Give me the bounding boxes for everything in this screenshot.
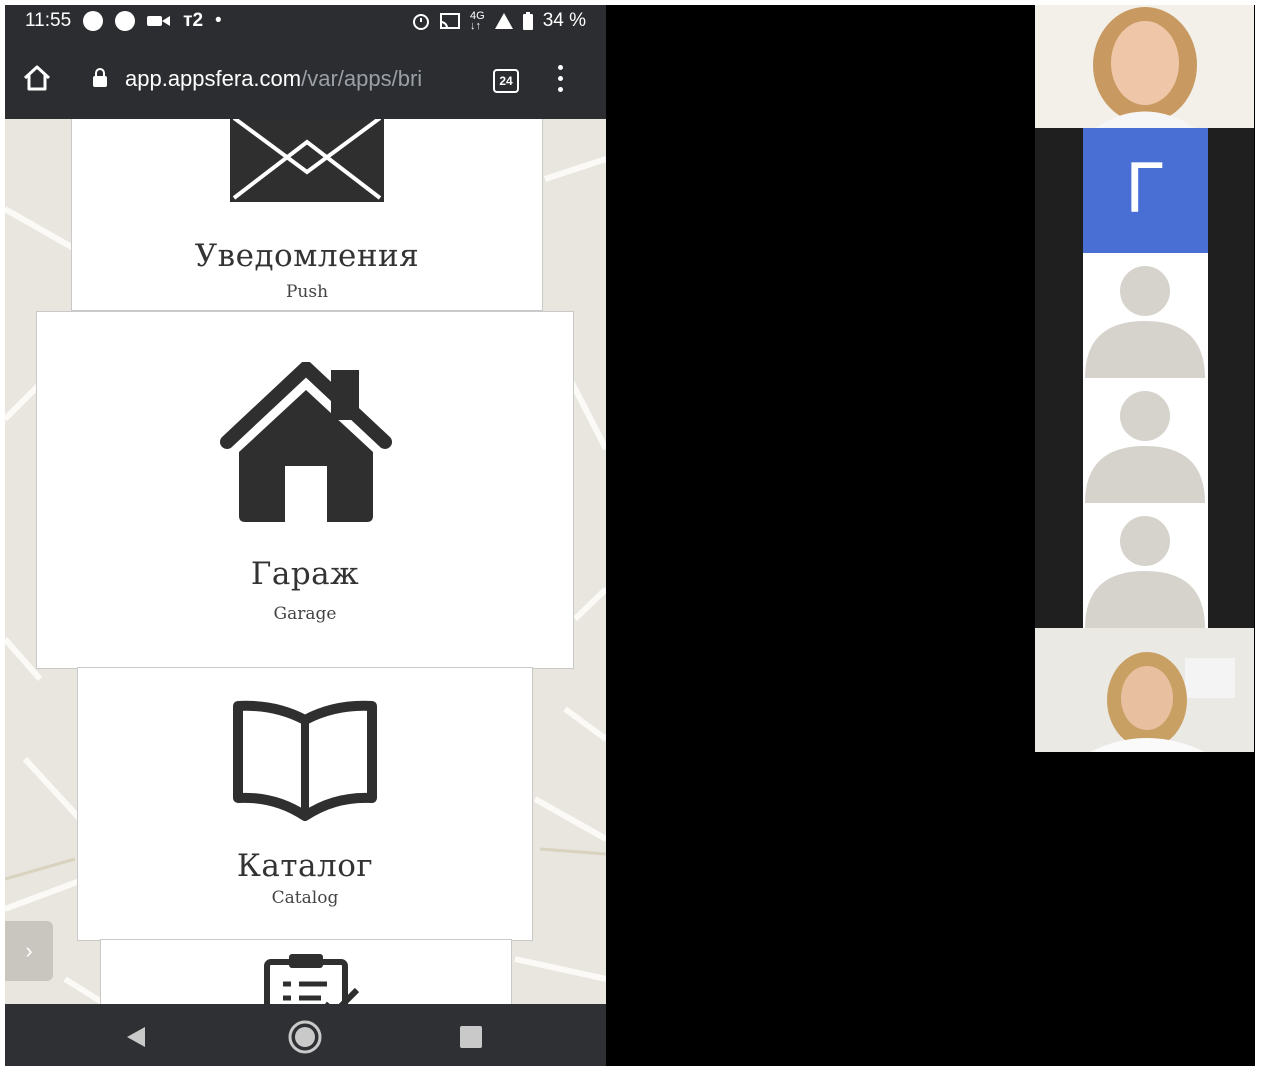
person-icon: [1085, 516, 1205, 628]
carrier-label: т2: [183, 10, 204, 31]
back-icon[interactable]: [125, 1025, 147, 1049]
browser-toolbar: app.appsfera.com/var/apps/bri 24: [5, 41, 606, 119]
dot-icon: •: [215, 10, 222, 31]
video-icon: [147, 16, 171, 26]
participant-anonymous-1[interactable]: [1083, 253, 1208, 378]
shared-phone-screen: 11:55 т2 • 4G ↓↑ 34 % app.appsfera.com/va…: [5, 5, 606, 1066]
participant-video-2[interactable]: [1035, 628, 1254, 752]
person-icon: [1085, 391, 1205, 503]
card-title: Каталог: [236, 848, 374, 884]
card-subtitle: Push: [285, 282, 329, 302]
card-title: Уведомления: [194, 238, 420, 274]
strip-spacer-right: [1208, 128, 1254, 628]
maps-icon: [83, 11, 104, 31]
clipboard-icon: [264, 954, 360, 1004]
person-icon: [1085, 266, 1205, 378]
android-status-bar: 11:55 т2 • 4G ↓↑ 34 %: [5, 5, 606, 41]
cast-icon: [440, 13, 460, 29]
participant-anonymous-2[interactable]: [1083, 378, 1208, 503]
card-subtitle: Garage: [273, 604, 337, 624]
signal-icon: [494, 13, 513, 29]
participant-avatar-letter[interactable]: Г: [1083, 128, 1208, 253]
card-tasks-partial[interactable]: [100, 939, 512, 1004]
android-nav-bar: [5, 1004, 606, 1066]
card-garage[interactable]: Гараж Garage: [36, 311, 574, 669]
screen-share-stage: 11:55 т2 • 4G ↓↑ 34 % app.appsfera.com/va…: [5, 5, 1255, 1066]
book-icon: [233, 700, 377, 821]
card-subtitle: Catalog: [271, 888, 339, 908]
card-catalog[interactable]: Каталог Catalog: [77, 667, 533, 941]
battery-icon: [522, 12, 533, 30]
url-field[interactable]: app.appsfera.com/var/apps/bri: [125, 66, 455, 92]
participant-photo: [1035, 5, 1254, 128]
side-drawer-toggle[interactable]: ›: [5, 921, 53, 981]
participant-video-1[interactable]: [1035, 5, 1254, 128]
house-icon: [220, 362, 392, 522]
lock-icon: [93, 68, 107, 87]
home-button-icon[interactable]: [287, 1019, 323, 1055]
4g-icon: 4G ↓↑: [470, 10, 485, 32]
envelope-icon: [230, 119, 384, 202]
participant-anonymous-3[interactable]: [1083, 503, 1208, 628]
strip-spacer-left: [1035, 128, 1083, 628]
participant-photo: [1035, 628, 1254, 752]
status-time: 11:55: [25, 10, 72, 31]
card-title: Гараж: [250, 556, 360, 592]
url-path: /var/apps/bri: [301, 66, 423, 91]
url-host: app.appsfera.com: [125, 66, 302, 91]
circle-icon: [115, 11, 136, 31]
tab-switcher-button[interactable]: 24: [493, 69, 519, 93]
avatar-letter: Г: [1124, 150, 1167, 229]
app-content: Уведомления Push Гараж Garage Каталог Ca…: [5, 119, 606, 1004]
recents-icon[interactable]: [459, 1025, 483, 1049]
battery-percent: 34 %: [542, 10, 586, 31]
home-icon[interactable]: [23, 65, 51, 91]
card-notifications[interactable]: Уведомления Push: [71, 119, 543, 311]
overflow-menu-icon[interactable]: [558, 65, 566, 98]
alarm-icon: [413, 14, 429, 30]
